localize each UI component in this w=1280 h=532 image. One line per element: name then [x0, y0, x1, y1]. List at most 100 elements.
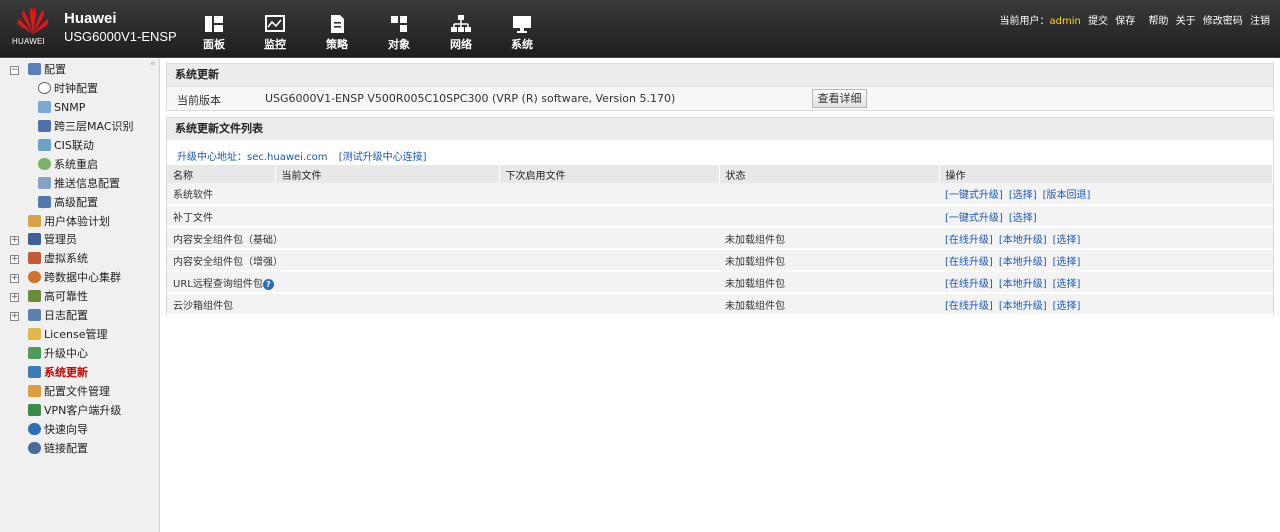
local-upgrade-link[interactable]: [本地升级] [999, 301, 1047, 312]
table-row: 云沙箱组件包 未加载组件包 [在线升级] [本地升级] [选择] [167, 293, 1273, 316]
help-icon[interactable]: ? [262, 278, 274, 290]
huawei-logo: HUAWEI [10, 6, 56, 50]
user-toolbar: 当前用户：admin 提交 保存 帮助 关于 修改密码 注销 [1000, 12, 1270, 27]
collapse-sidebar-icon[interactable]: « [150, 59, 160, 69]
tree-item-config-file[interactable]: 配置文件管理 [28, 383, 110, 401]
local-upgrade-link[interactable]: [本地升级] [999, 279, 1047, 290]
expand-toggle-icon[interactable]: + [10, 255, 19, 264]
file-name-cell: URL远程查询组件包? [167, 271, 719, 294]
tree-item-system-update[interactable]: 系统更新 [28, 364, 88, 382]
tree-item-mac[interactable]: 跨三层MAC识别 [38, 118, 134, 136]
main-content: 系统更新 当前版本 USG6000V1-ENSP V500R005C10SPC3… [166, 63, 1274, 322]
nav-monitor[interactable]: 监控 [255, 14, 295, 52]
tree-item-admin[interactable]: 管理员 [28, 231, 77, 249]
tree-label: 链接配置 [44, 442, 88, 455]
wizard-icon [28, 423, 41, 435]
expand-toggle-icon[interactable]: + [10, 312, 19, 321]
select-link[interactable]: [选择] [1053, 279, 1081, 290]
tree-label: SNMP [54, 101, 86, 114]
file-status [719, 183, 939, 206]
row-actions: [在线升级] [本地升级] [选择] [939, 293, 1273, 316]
product-title: Huawei USG6000V1-ENSP [64, 10, 177, 46]
column-header: 状态 [719, 165, 940, 183]
row-actions: [在线升级] [本地升级] [选择] [939, 249, 1273, 272]
product-model: USG6000V1-ENSP [64, 29, 177, 44]
navigation-tree: « − 配置 时钟配置 SNMP 跨三层MAC识别 CIS联动 系统重启 推送信… [0, 59, 160, 532]
expand-toggle-icon[interactable]: + [10, 236, 19, 245]
local-upgrade-link[interactable]: [本地升级] [999, 257, 1047, 268]
tree-item-dc-cluster[interactable]: 跨数据中心集群 [28, 269, 121, 287]
network-icon [451, 15, 471, 32]
tree-item-snmp[interactable]: SNMP [38, 99, 85, 117]
select-link[interactable]: [选择] [1053, 235, 1081, 246]
mac-icon [38, 120, 51, 132]
top-header: HUAWEI Huawei USG6000V1-ENSP 面板 监控 策略 对象… [0, 0, 1280, 58]
tree-label: 用户体验计划 [44, 215, 110, 228]
cluster-icon [28, 271, 41, 283]
expand-toggle-icon[interactable]: + [10, 274, 19, 283]
tree-item-log[interactable]: 日志配置 [28, 307, 88, 325]
tree-item-ux-plan[interactable]: 用户体验计划 [28, 213, 110, 231]
one-click-upgrade-link[interactable]: [一键式升级] [945, 190, 1003, 201]
tree-item-advanced[interactable]: 高级配置 [38, 194, 98, 212]
advanced-icon [38, 196, 51, 208]
clock-icon [38, 82, 51, 94]
select-link[interactable]: [选择] [1053, 257, 1081, 268]
file-status: 未加载组件包 [719, 293, 939, 316]
local-upgrade-link[interactable]: [本地升级] [999, 235, 1047, 246]
object-icon [391, 16, 407, 32]
save-link[interactable]: 保存 [1115, 16, 1135, 27]
test-connection-link[interactable]: [测试升级中心连接] [339, 152, 427, 163]
tree-item-license[interactable]: License管理 [28, 326, 107, 344]
tree-item-push[interactable]: 推送信息配置 [38, 175, 120, 193]
help-link[interactable]: 帮助 [1148, 16, 1168, 27]
one-click-upgrade-link[interactable]: [一键式升级] [945, 213, 1003, 224]
change-password-link[interactable]: 修改密码 [1203, 16, 1243, 27]
tree-label: VPN客户端升级 [44, 404, 122, 417]
file-status [719, 205, 939, 228]
column-header: 名称 [167, 165, 276, 183]
tree-item-config[interactable]: 配置 [28, 61, 66, 79]
policy-icon [331, 15, 344, 33]
tree-item-ha[interactable]: 高可靠性 [28, 288, 88, 306]
online-upgrade-link[interactable]: [在线升级] [945, 279, 993, 290]
tree-item-vsys[interactable]: 虚拟系统 [28, 250, 88, 268]
tree-item-clock[interactable]: 时钟配置 [38, 80, 98, 98]
nav-object[interactable]: 对象 [379, 14, 419, 52]
nav-dashboard[interactable]: 面板 [194, 14, 234, 52]
nav-network[interactable]: 网络 [441, 14, 481, 52]
tree-item-upgrade-center[interactable]: 升级中心 [28, 345, 88, 363]
tree-item-cis[interactable]: CIS联动 [38, 137, 94, 155]
row-actions: [一键式升级] [选择] [939, 205, 1273, 228]
tree-label: 管理员 [44, 233, 77, 246]
file-name: 系统软件 [167, 183, 719, 206]
tree-item-link[interactable]: 链接配置 [28, 440, 88, 458]
select-link[interactable]: [选择] [1009, 213, 1037, 224]
tree-label: 高级配置 [54, 196, 98, 209]
online-upgrade-link[interactable]: [在线升级] [945, 301, 993, 312]
view-details-button[interactable]: 查看详细 [812, 89, 867, 108]
nav-system[interactable]: 系统 [502, 14, 542, 52]
tree-item-vpn-client[interactable]: VPN客户端升级 [28, 402, 121, 420]
tree-item-wizard[interactable]: 快速向导 [28, 421, 88, 439]
tree-label: 跨数据中心集群 [44, 271, 121, 284]
tree-item-reboot[interactable]: 系统重启 [38, 156, 98, 174]
company-name: Huawei [64, 10, 117, 27]
table-row: 系统软件 [一键式升级] [选择] [版本回退] [167, 183, 1273, 206]
select-link[interactable]: [选择] [1009, 190, 1037, 201]
upgrade-center-address-link[interactable]: 升级中心地址：sec.huawei.com [177, 152, 328, 163]
collapse-toggle-icon[interactable]: − [10, 66, 19, 75]
commit-link[interactable]: 提交 [1088, 16, 1108, 27]
row-actions: [在线升级] [本地升级] [选择] [939, 227, 1273, 250]
online-upgrade-link[interactable]: [在线升级] [945, 235, 993, 246]
brand-text: HUAWEI [12, 37, 45, 46]
online-upgrade-link[interactable]: [在线升级] [945, 257, 993, 268]
current-user-label: 当前用户： [999, 16, 1050, 27]
rollback-link[interactable]: [版本回退] [1043, 190, 1091, 201]
logout-link[interactable]: 注销 [1250, 16, 1270, 27]
tree-label: 高可靠性 [44, 290, 88, 303]
expand-toggle-icon[interactable]: + [10, 293, 19, 302]
select-link[interactable]: [选择] [1053, 301, 1081, 312]
nav-policy[interactable]: 策略 [317, 14, 357, 52]
about-link[interactable]: 关于 [1176, 16, 1196, 27]
